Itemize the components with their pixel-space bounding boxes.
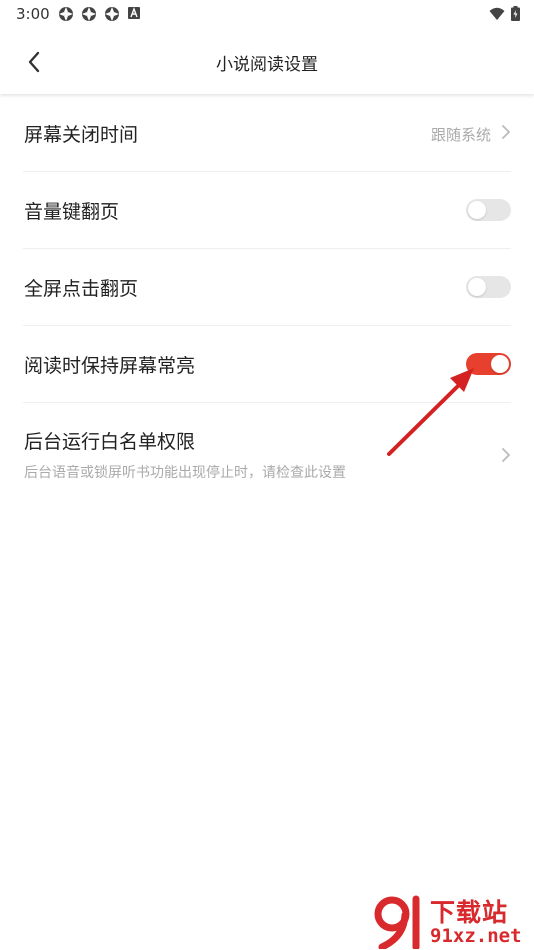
- status-bar: 3:00: [0, 0, 534, 30]
- toggle-knob: [491, 355, 509, 373]
- battery-icon: [511, 6, 520, 21]
- page-title: 小说阅读设置: [216, 55, 318, 75]
- a-icon: [128, 7, 140, 19]
- setting-fullscreen-tap-page: 全屏点击翻页: [23, 249, 511, 326]
- chevron-right-icon: [502, 125, 510, 139]
- app-icon: [105, 7, 119, 21]
- app-icon: [82, 7, 96, 21]
- watermark: 下载站 91xz.net: [372, 893, 532, 949]
- volume-key-toggle[interactable]: [466, 199, 511, 221]
- status-right-icons: [489, 6, 520, 21]
- toggle-knob: [468, 201, 486, 219]
- setting-label: 屏幕关闭时间: [24, 124, 139, 146]
- toggle-knob: [468, 278, 486, 296]
- watermark-title: 下载站: [430, 898, 509, 927]
- app-icon: [59, 7, 73, 21]
- watermark-url: 91xz.net: [430, 925, 522, 947]
- logo-icon: [374, 895, 420, 949]
- setting-volume-key-page: 音量键翻页: [23, 172, 511, 249]
- setting-label: 音量键翻页: [24, 201, 120, 223]
- setting-label: 后台运行白名单权限: [24, 431, 196, 453]
- annotation-arrow-icon: [387, 368, 474, 456]
- setting-value: 跟随系统: [430, 126, 491, 144]
- status-time: 3:00: [16, 5, 50, 23]
- notification-icons: [58, 6, 141, 22]
- fullscreen-tap-toggle[interactable]: [466, 276, 511, 298]
- chevron-right-icon: [502, 448, 510, 462]
- setting-screen-off-time[interactable]: 屏幕关闭时间 跟随系统: [23, 95, 511, 172]
- setting-subtitle: 后台语音或锁屏听书功能出现停止时，请检查此设置: [24, 465, 346, 481]
- wifi-icon: [489, 7, 505, 20]
- setting-label: 全屏点击翻页: [24, 278, 139, 300]
- header: 小说阅读设置: [0, 30, 534, 94]
- setting-label: 阅读时保持屏幕常亮: [24, 355, 196, 377]
